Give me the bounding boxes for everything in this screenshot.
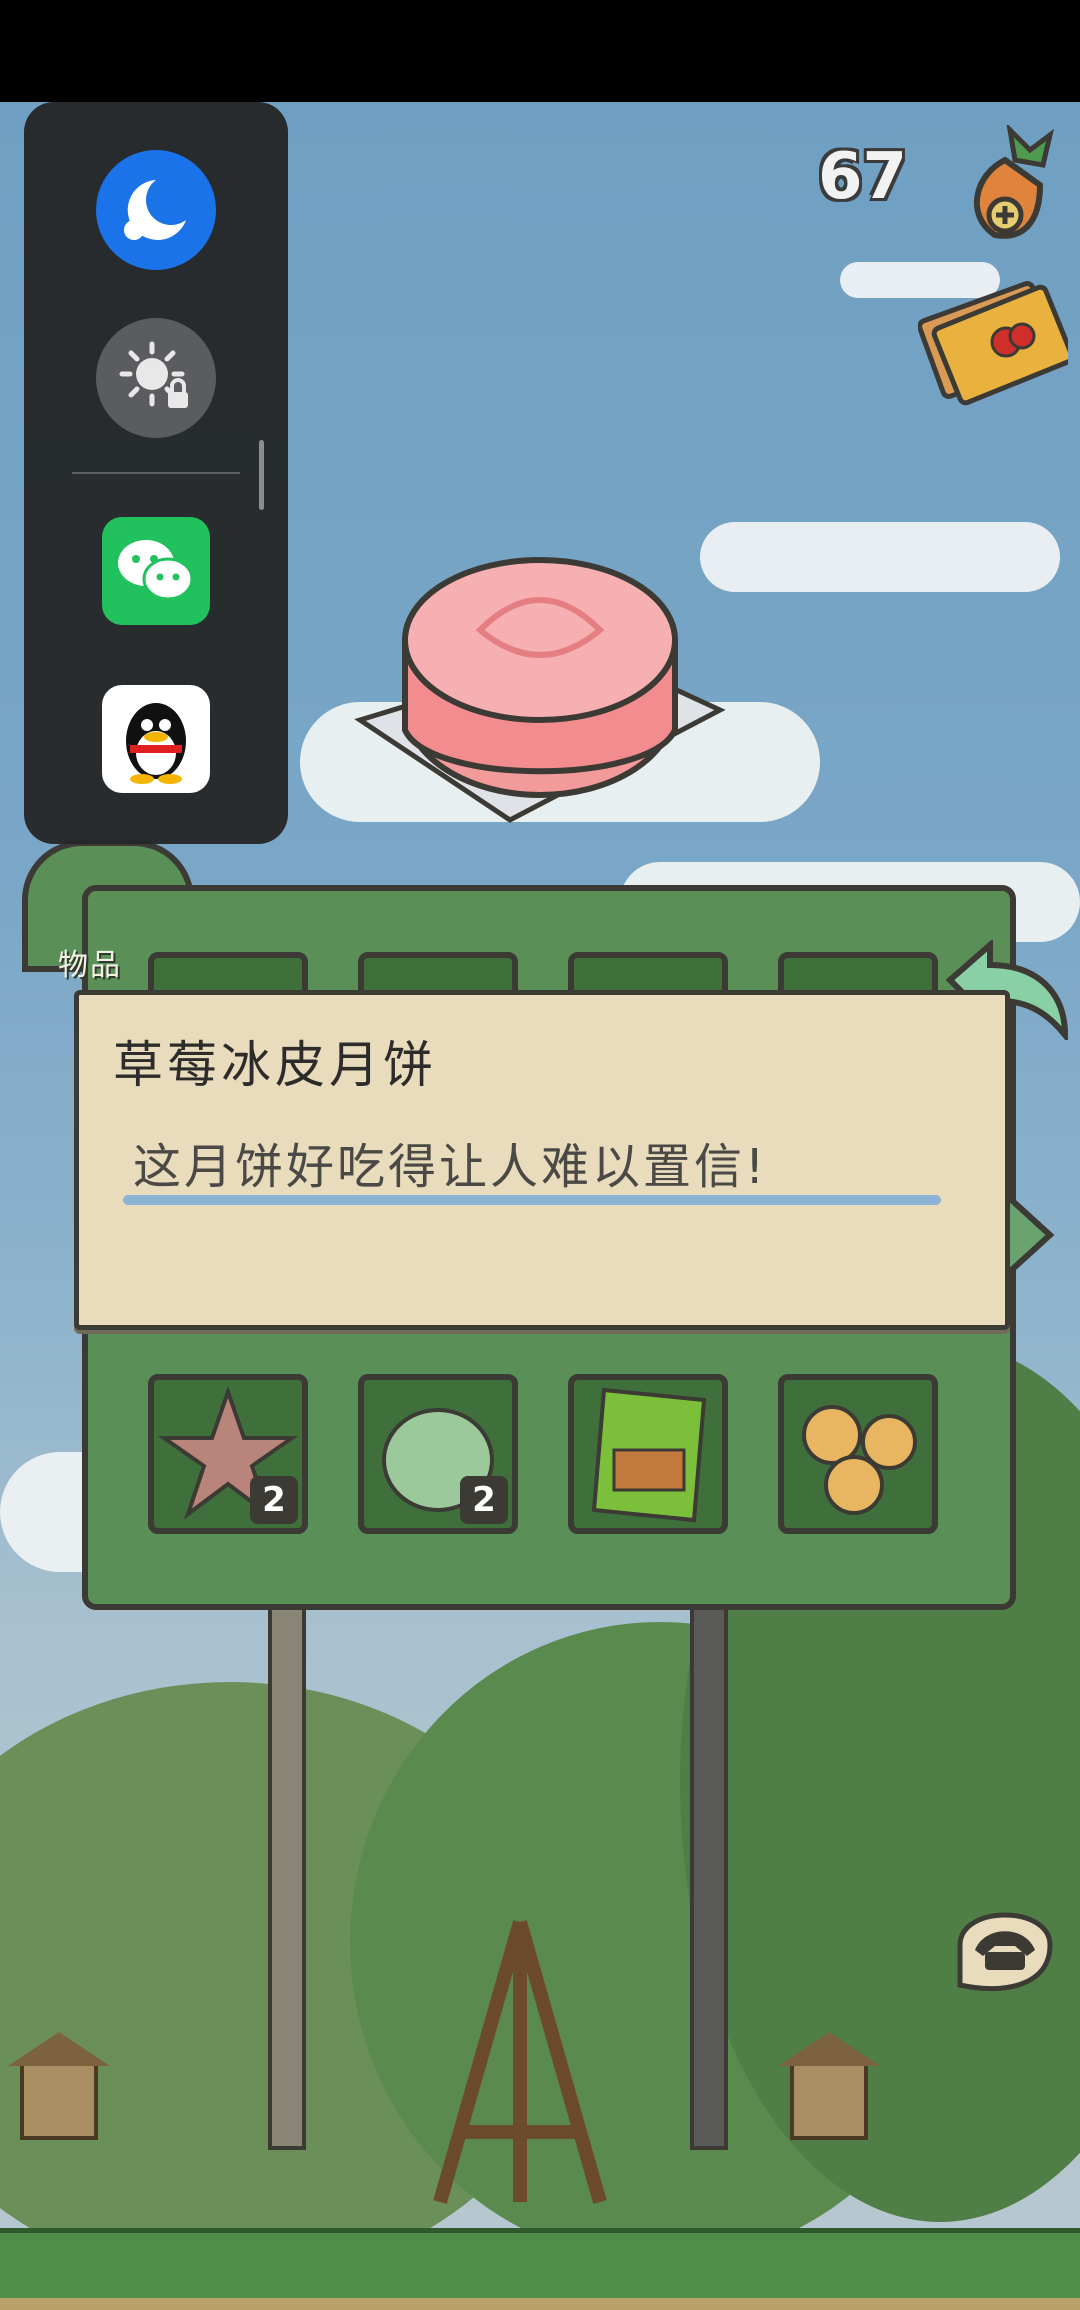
small-hut (8, 2032, 110, 2140)
strawberry-mooncake (354, 557, 726, 823)
sign-pole (690, 1582, 728, 2150)
qq-app[interactable] (102, 685, 210, 793)
inventory-slot-animal-cookies[interactable] (778, 1374, 938, 1534)
brightness-lock-icon (119, 341, 188, 408)
dirt-road (0, 2298, 1080, 2310)
grass-strip (0, 2228, 1080, 2303)
floating-dock (24, 102, 288, 844)
night-mode-icon (124, 180, 186, 240)
inventory-tab-label: 物品 (58, 948, 122, 983)
small-hut (778, 2032, 880, 2140)
telephone-icon[interactable] (945, 1890, 1065, 2000)
dock-divider (72, 472, 240, 474)
cloud (700, 522, 1060, 592)
snack-bag-icon (591, 1387, 707, 1523)
inventory-slot-starfish[interactable]: 2 (148, 1374, 308, 1534)
sign-pole (268, 1582, 306, 2150)
description-underline (123, 1195, 941, 1205)
status-bar (0, 0, 1080, 102)
item-count-badge: 2 (250, 1476, 298, 1524)
dock-scrollbar[interactable] (259, 440, 264, 510)
animal-cookies-icon (802, 1405, 917, 1515)
wechat-icon (118, 540, 194, 601)
inventory-slot-snack-bag[interactable] (568, 1374, 728, 1534)
inventory-slot-mochi[interactable]: 2 (358, 1374, 518, 1534)
tripod-structure (433, 1920, 607, 2204)
item-description-text: 这月饼好吃得让人难以置信! (133, 1139, 768, 1195)
night-mode-button[interactable] (96, 150, 216, 270)
carrot-count: 67 (818, 140, 908, 214)
brightness-lock-button[interactable] (96, 318, 216, 438)
qq-icon (126, 703, 186, 784)
carrot-add-icon[interactable] (955, 125, 1065, 245)
wechat-app[interactable] (102, 517, 210, 625)
item-description-card[interactable]: 草莓冰皮月饼 这月饼好吃得让人难以置信! (74, 990, 1010, 1330)
item-name: 草莓冰皮月饼 (113, 1036, 437, 1094)
item-count-badge: 2 (460, 1476, 508, 1524)
lottery-ticket-icon[interactable] (918, 270, 1068, 410)
